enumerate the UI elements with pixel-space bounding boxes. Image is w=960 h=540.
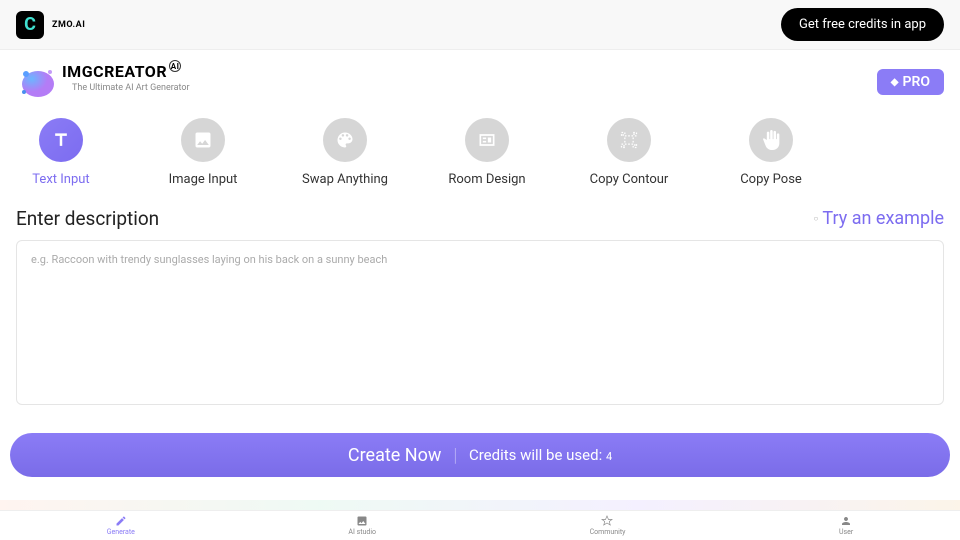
brand-title-text: IMGCREATOR [62,62,167,81]
tab-room-design[interactable]: Room Design [442,118,532,187]
generate-icon [115,515,127,527]
tab-image-input[interactable]: Image Input [158,118,248,187]
desc-header: Enter description ○ Try an example [0,207,960,240]
separator: | [453,445,457,466]
nav-generate[interactable]: Generate [107,515,135,536]
text-icon [39,118,83,162]
description-placeholder: e.g. Raccoon with trendy sunglasses layi… [31,253,929,266]
tab-label: Copy Contour [590,172,669,187]
ai-badge-icon: AI [169,60,181,72]
studio-icon [356,515,368,527]
topbar: C ZMO.AI Get free credits in app [0,0,960,50]
nav-label: Generate [107,528,135,536]
credits-used-label: Credits will be used: 4 [469,446,612,464]
description-input[interactable]: e.g. Raccoon with trendy sunglasses layi… [16,240,944,405]
tab-label: Swap Anything [302,172,388,187]
tab-copy-pose[interactable]: Copy Pose [726,118,816,187]
nav-label: User [839,528,853,536]
diamond-icon: ◆ [891,77,899,88]
tab-label: Text Input [32,172,89,187]
desc-title: Enter description [16,207,159,230]
image-icon [181,118,225,162]
brand-blob-icon [16,62,56,102]
brand-title: IMGCREATOR AI [62,62,190,81]
bottom-nav: Generate AI studio Community User [0,510,960,540]
get-credits-button[interactable]: Get free credits in app [781,8,944,41]
tab-label: Copy Pose [740,172,802,187]
try-example-label: Try an example [822,208,944,229]
brand: IMGCREATOR AI The Ultimate AI Art Genera… [16,62,190,102]
nav-label: Community [590,528,626,536]
tab-label: Room Design [448,172,525,187]
credits-count: 4 [606,450,612,463]
create-label: Create Now [348,445,442,466]
topbar-left: C ZMO.AI [16,11,85,39]
header-row: IMGCREATOR AI The Ultimate AI Art Genera… [0,50,960,106]
tab-swap-anything[interactable]: Swap Anything [300,118,390,187]
contour-icon [607,118,651,162]
tab-text-input[interactable]: Text Input [16,118,106,187]
try-example-link[interactable]: ○ Try an example [814,208,944,229]
pro-label: PRO [902,74,930,90]
palette-icon [323,118,367,162]
credits-label-text: Credits will be used: [469,446,602,464]
tab-copy-contour[interactable]: Copy Contour [584,118,674,187]
nav-community[interactable]: Community [590,515,626,536]
pro-button[interactable]: ◆ PRO [877,69,944,95]
room-icon [465,118,509,162]
zmo-logo-icon: C [16,11,44,39]
nav-label: AI studio [348,528,376,536]
brand-text: IMGCREATOR AI The Ultimate AI Art Genera… [62,62,190,93]
create-row: Create Now | Credits will be used: 4 [0,405,960,483]
user-icon [840,515,852,527]
brand-subtitle: The Ultimate AI Art Generator [72,83,190,93]
nav-user[interactable]: User [839,515,853,536]
mode-tabs: Text Input Image Input Swap Anything Roo… [0,106,960,207]
zmo-brand: ZMO.AI [52,20,85,30]
community-icon [601,515,613,527]
tab-label: Image Input [169,172,238,187]
nav-ai-studio[interactable]: AI studio [348,515,376,536]
hand-icon [749,118,793,162]
refresh-icon: ○ [814,214,819,223]
create-now-button[interactable]: Create Now | Credits will be used: 4 [10,433,950,477]
